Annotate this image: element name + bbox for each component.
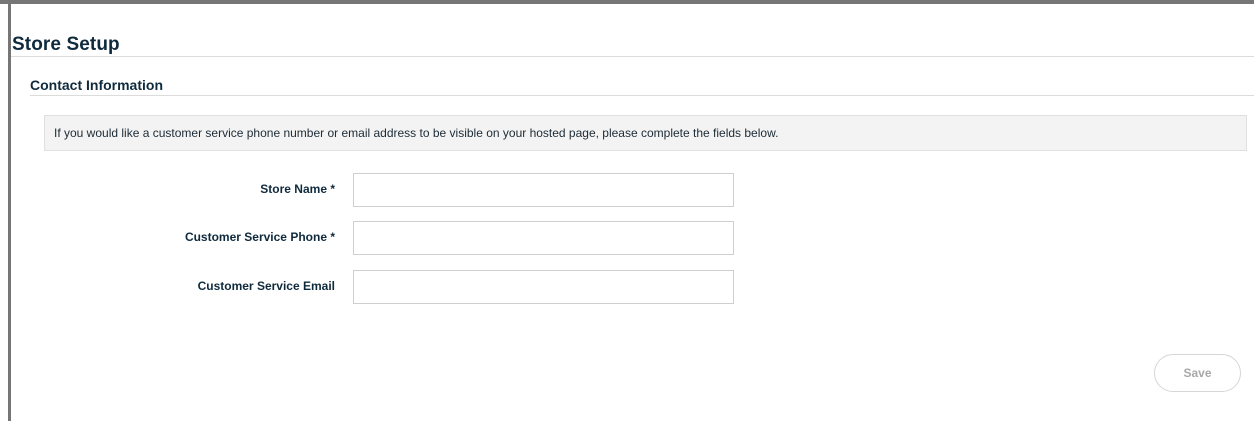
- customer-service-phone-input[interactable]: [353, 221, 734, 255]
- store-name-input[interactable]: [353, 173, 734, 207]
- customer-service-phone-label: Customer Service Phone *: [184, 230, 335, 244]
- section-divider: [30, 95, 1254, 96]
- customer-service-email-input[interactable]: [353, 270, 734, 304]
- save-button[interactable]: Save: [1154, 354, 1241, 392]
- page-title: Store Setup: [12, 34, 120, 55]
- window-frame-left: [8, 0, 11, 421]
- title-divider: [11, 56, 1254, 57]
- section-title-contact-information: Contact Information: [30, 77, 163, 93]
- window-frame-top: [0, 0, 1254, 4]
- store-name-label: Store Name *: [260, 182, 335, 196]
- info-message: If you would like a customer service pho…: [44, 115, 1247, 151]
- customer-service-email-label: Customer Service Email: [197, 279, 335, 293]
